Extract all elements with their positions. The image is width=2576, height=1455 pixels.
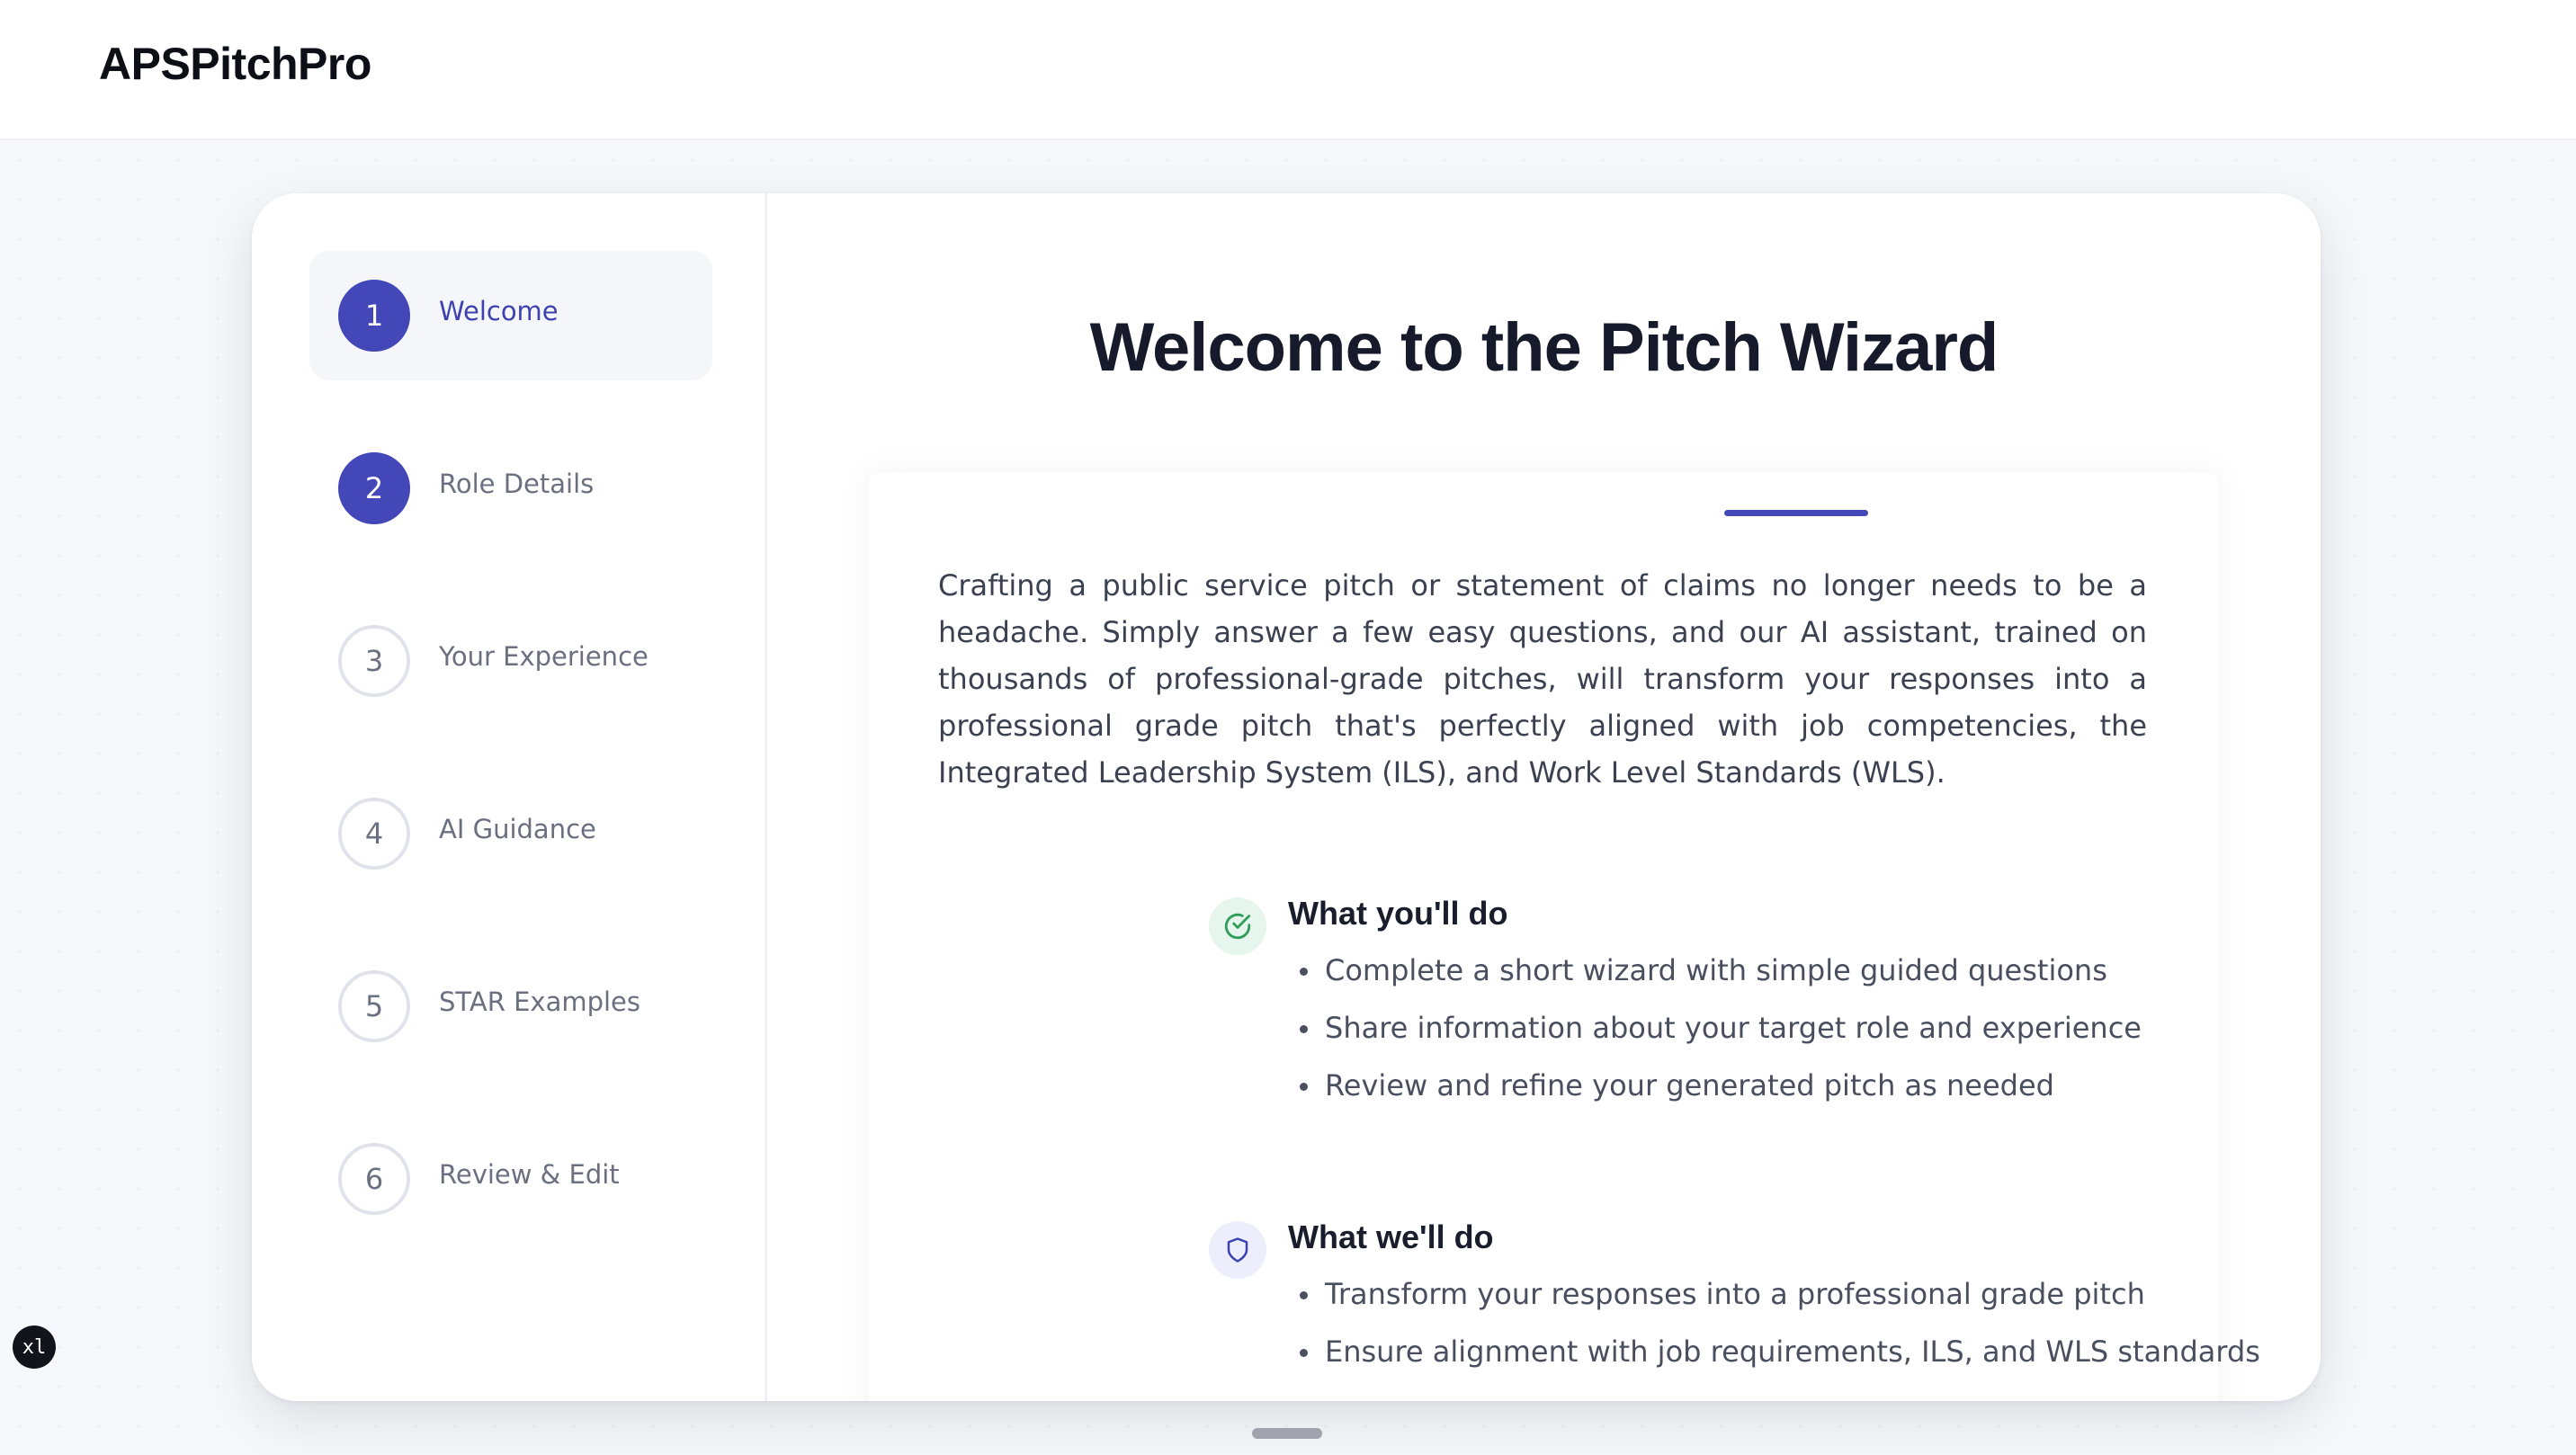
step-welcome[interactable]: 1 Welcome xyxy=(309,251,712,380)
app-logo[interactable]: APSPitchPro xyxy=(99,38,371,90)
shield-icon xyxy=(1209,1221,1266,1279)
what-youll-do-list: Complete a short wizard with simple guid… xyxy=(1298,942,2142,1114)
step-star-examples[interactable]: 5 STAR Examples xyxy=(309,942,712,1071)
list-item: Review and refine your generated pitch a… xyxy=(1298,1057,2142,1114)
step-label: AI Guidance xyxy=(439,814,596,844)
step-label: Role Details xyxy=(439,469,595,499)
check-circle-icon xyxy=(1209,897,1266,955)
step-number-badge: 3 xyxy=(338,625,410,697)
step-label: Your Experience xyxy=(439,641,648,672)
app-header: APSPitchPro xyxy=(0,0,2576,140)
step-role-details[interactable]: 2 Role Details xyxy=(309,424,712,553)
bottom-drag-handle[interactable] xyxy=(1252,1428,1322,1439)
step-number-badge: 2 xyxy=(338,452,410,524)
step-ai-guidance[interactable]: 4 AI Guidance xyxy=(309,769,712,898)
wizard-steps-sidebar: 1 Welcome 2 Role Details 3 Your Experien… xyxy=(252,193,767,1401)
dev-breakpoint-badge[interactable]: xl xyxy=(13,1326,56,1369)
step-number-badge: 6 xyxy=(338,1143,410,1215)
step-number-badge: 5 xyxy=(338,970,410,1042)
step-label: STAR Examples xyxy=(439,986,640,1017)
list-item: Transform your responses into a professi… xyxy=(1298,1265,2260,1323)
section-title-what-youll-do: What you'll do xyxy=(1288,895,1508,932)
section-title-what-well-do: What we'll do xyxy=(1288,1218,1494,1255)
intro-paragraph: Crafting a public service pitch or state… xyxy=(938,568,2147,790)
step-number-badge: 1 xyxy=(338,280,410,352)
title-accent-divider xyxy=(1724,510,1868,516)
what-well-do-list: Transform your responses into a professi… xyxy=(1298,1265,2260,1380)
step-your-experience[interactable]: 3 Your Experience xyxy=(309,596,712,726)
wizard-card: 1 Welcome 2 Role Details 3 Your Experien… xyxy=(252,193,2321,1401)
wizard-content: Welcome to the Pitch Wizard Crafting a p… xyxy=(767,193,2321,1401)
list-item: Complete a short wizard with simple guid… xyxy=(1298,942,2142,999)
step-label: Welcome xyxy=(439,296,559,326)
list-item: Share information about your target role… xyxy=(1298,999,2142,1057)
list-item: Ensure alignment with job requirements, … xyxy=(1298,1323,2260,1380)
step-number-badge: 4 xyxy=(338,798,410,870)
step-review-edit[interactable]: 6 Review & Edit xyxy=(309,1114,712,1244)
step-label: Review & Edit xyxy=(439,1159,620,1190)
page-title: Welcome to the Pitch Wizard xyxy=(1089,309,1999,386)
